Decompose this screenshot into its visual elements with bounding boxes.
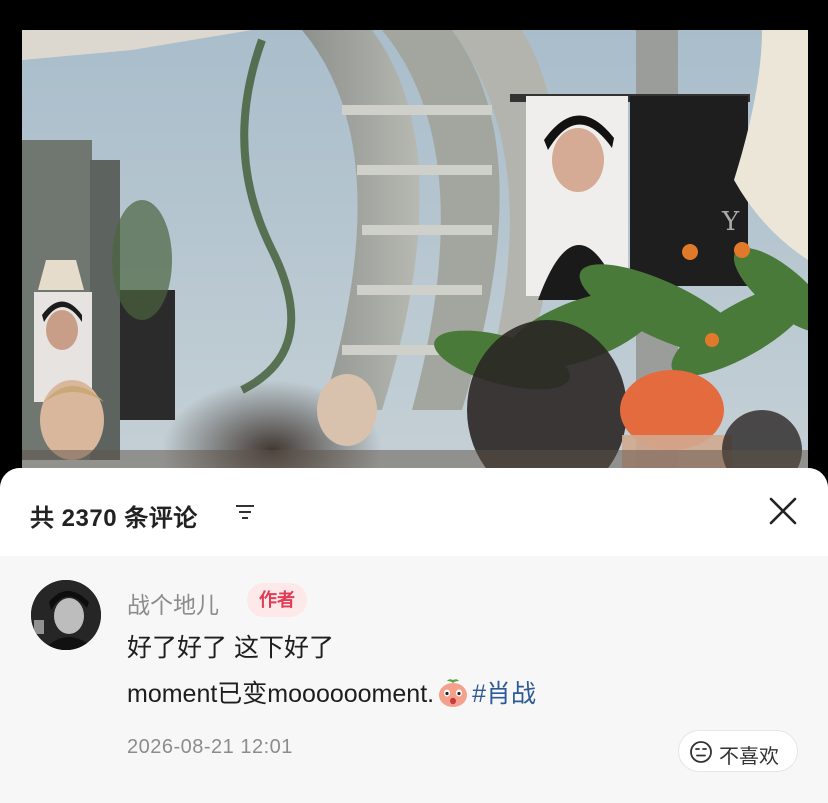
comment-text-line-1: 好了好了 这下好了 <box>127 634 334 662</box>
comment-sheet-header: 共 2370 条评论 <box>0 468 828 556</box>
hashtag-link[interactable]: #肖战 <box>472 680 536 708</box>
video-scene-image: Y <box>22 30 808 490</box>
comment-timestamp: 2026-08-21 12:01 <box>127 736 293 758</box>
peach-face-emoji-icon <box>439 679 468 707</box>
video-frame[interactable]: Y <box>22 30 808 490</box>
dislike-label: 不喜欢 <box>719 746 779 768</box>
neutral-face-icon <box>690 741 712 763</box>
sort-filter-icon[interactable] <box>234 501 256 523</box>
comment-count-title: 共 2370 条评论 <box>30 505 198 532</box>
svg-text:Y: Y <box>721 207 740 237</box>
close-icon[interactable] <box>766 494 800 528</box>
comment-username[interactable]: 战个地儿 <box>127 586 219 620</box>
comment-text-line-2-text: moment已变mooooooment. <box>127 680 435 708</box>
comment-text-line-2: moment已变mooooooment. #肖战 <box>127 674 536 710</box>
user-avatar[interactable] <box>31 580 101 650</box>
comment-sheet: 共 2370 条评论 战个地儿 作者 好了好了 这下好了 moment已变moo… <box>0 468 828 803</box>
avatar-photo <box>31 580 101 650</box>
dislike-button[interactable]: 不喜欢 <box>678 730 798 772</box>
comment-item[interactable]: 战个地儿 作者 好了好了 这下好了 moment已变mooooooment. #… <box>0 556 828 803</box>
author-badge: 作者 <box>247 583 307 617</box>
